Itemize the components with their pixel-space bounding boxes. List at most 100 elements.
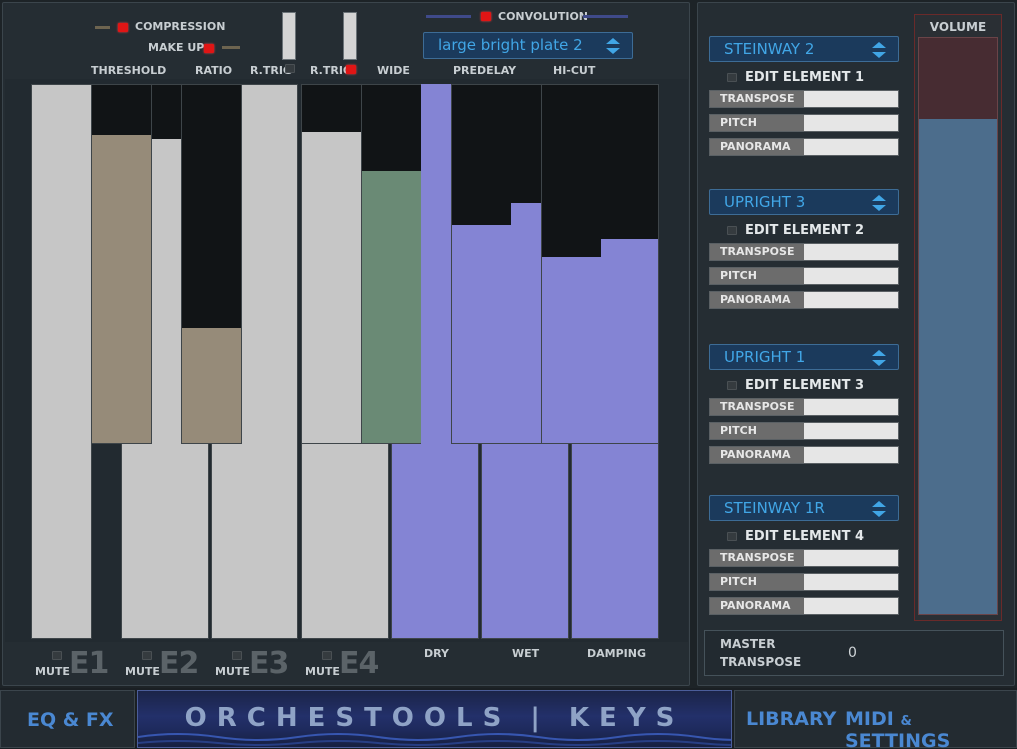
edit-element-3-label: EDIT ELEMENT 3	[745, 378, 865, 393]
mute-e1-led[interactable]	[52, 651, 62, 660]
element-4-pitch-slider[interactable]: PITCH	[709, 573, 899, 591]
panorama-label: PANORAMA	[710, 292, 804, 308]
rtrig1-slider[interactable]	[282, 12, 296, 60]
element-4-transpose-slider[interactable]: TRANSPOSE	[709, 549, 899, 567]
panorama-label: PANORAMA	[710, 598, 804, 614]
element-4-instrument-select[interactable]: STEINWAY 1R	[709, 495, 899, 521]
eq-fx-tab[interactable]: EQ & FX	[0, 690, 135, 748]
rtrig1-led[interactable]	[285, 64, 295, 73]
pitch-label: PITCH	[710, 268, 804, 284]
volume-fader[interactable]	[918, 37, 998, 615]
orchestools-logo: ORCHESTOOLS | KEYS	[137, 690, 732, 748]
ratio-fader[interactable]	[181, 84, 242, 444]
e3-label: E3	[249, 646, 289, 681]
damping-key[interactable]	[571, 443, 659, 639]
ratio-label: RATIO	[195, 64, 233, 77]
mute-e2-led[interactable]	[142, 651, 152, 660]
library-tab[interactable]: LIBRARY	[746, 708, 836, 730]
wet-upper-fader[interactable]	[511, 84, 542, 444]
element-1-instrument: STEINWAY 2	[724, 40, 815, 58]
element-2-transpose-slider[interactable]: TRANSPOSE	[709, 243, 899, 261]
predelay-fill	[452, 224, 511, 443]
element-2-panorama-slider[interactable]: PANORAMA	[709, 291, 899, 309]
updown-arrows-icon	[606, 37, 620, 55]
reverb-preset-value: large bright plate 2	[438, 36, 583, 54]
edit-element-4-led[interactable]	[727, 532, 737, 541]
element-3-pitch-slider[interactable]: PITCH	[709, 422, 899, 440]
element-2-upper-fader[interactable]	[151, 84, 182, 444]
threshold-label: THRESHOLD	[91, 64, 167, 77]
dry-key[interactable]	[391, 443, 479, 639]
hicut-fill	[542, 256, 601, 443]
convolution-dash-left	[426, 15, 471, 18]
compression-label: COMPRESSION	[135, 20, 226, 33]
element-2-instrument: UPRIGHT 3	[724, 193, 806, 211]
wide-label: WIDE	[377, 64, 410, 77]
edit-element-3-led[interactable]	[727, 381, 737, 390]
updown-arrows-icon	[872, 349, 886, 367]
compression-led[interactable]	[118, 23, 128, 32]
threshold-fill	[92, 135, 151, 443]
mute-e4-label: MUTE	[305, 665, 340, 678]
updown-arrows-icon	[872, 194, 886, 212]
edit-element-2-label: EDIT ELEMENT 2	[745, 223, 865, 238]
settings-label: SETTINGS	[845, 730, 951, 749]
element-2-instrument-select[interactable]: UPRIGHT 3	[709, 189, 899, 215]
element-4-instrument: STEINWAY 1R	[724, 499, 825, 517]
dry-label: DRY	[424, 647, 449, 660]
mute-e4-led[interactable]	[322, 651, 332, 660]
makeup-label: MAKE UP	[148, 41, 205, 54]
dry-fill	[421, 84, 452, 444]
element-1-transpose-slider[interactable]: TRANSPOSE	[709, 90, 899, 108]
element-2-upper-fill	[152, 138, 181, 444]
updown-arrows-icon	[872, 41, 886, 59]
predelay-fader[interactable]	[451, 84, 512, 444]
wet-fill	[511, 203, 542, 443]
master-label-line2: TRANSPOSE	[720, 655, 802, 669]
wide-fader[interactable]	[361, 84, 422, 444]
updown-arrows-icon	[872, 500, 886, 518]
midi-label: MIDI	[845, 708, 894, 730]
edit-element-2-led[interactable]	[727, 226, 737, 235]
master-transpose-value: 0	[848, 645, 857, 661]
rtrig2-slider[interactable]	[343, 12, 357, 60]
volume-label: VOLUME	[929, 20, 987, 34]
element-1-instrument-select[interactable]: STEINWAY 2	[709, 36, 899, 62]
mute-e3-led[interactable]	[232, 651, 242, 660]
makeup-led[interactable]	[204, 44, 214, 53]
element-3-instrument: UPRIGHT 1	[724, 348, 806, 366]
element-2-key[interactable]	[121, 443, 209, 639]
element-1-pitch-slider[interactable]: PITCH	[709, 114, 899, 132]
convolution-led[interactable]	[481, 12, 491, 21]
element-3-transpose-slider[interactable]: TRANSPOSE	[709, 398, 899, 416]
compression-dash	[95, 26, 110, 29]
e2-label: E2	[159, 646, 199, 681]
element-1-panorama-slider[interactable]: PANORAMA	[709, 138, 899, 156]
reverb-preset-select[interactable]: large bright plate 2	[423, 32, 633, 59]
damping-upper-fader[interactable]	[601, 84, 659, 444]
transpose-label: TRANSPOSE	[710, 399, 804, 415]
mute-e3-label: MUTE	[215, 665, 250, 678]
rtrig2-led[interactable]	[346, 65, 356, 74]
eq-fx-label: EQ & FX	[27, 709, 114, 731]
convolution-label: CONVOLUTION	[498, 10, 589, 23]
logo-text: ORCHESTOOLS | KEYS	[184, 703, 685, 733]
element-1-key[interactable]	[31, 84, 92, 639]
wet-key[interactable]	[481, 443, 569, 639]
dry-upper-fader[interactable]	[421, 84, 452, 444]
damping-label: DAMPING	[587, 647, 646, 660]
midi-settings-tab[interactable]: MIDI & SETTINGS	[845, 708, 1017, 749]
element-4-panorama-slider[interactable]: PANORAMA	[709, 597, 899, 615]
wide-bg-fader	[301, 84, 362, 444]
hicut-fader[interactable]	[541, 84, 602, 444]
element-2-pitch-slider[interactable]: PITCH	[709, 267, 899, 285]
wide-fill	[362, 170, 421, 443]
element-3-instrument-select[interactable]: UPRIGHT 1	[709, 344, 899, 370]
ratio-fill	[182, 328, 241, 443]
pitch-label: PITCH	[710, 115, 804, 131]
edit-element-1-led[interactable]	[727, 73, 737, 82]
threshold-fader[interactable]	[91, 84, 152, 444]
panorama-label: PANORAMA	[710, 139, 804, 155]
wet-label: WET	[512, 647, 540, 660]
element-3-panorama-slider[interactable]: PANORAMA	[709, 446, 899, 464]
